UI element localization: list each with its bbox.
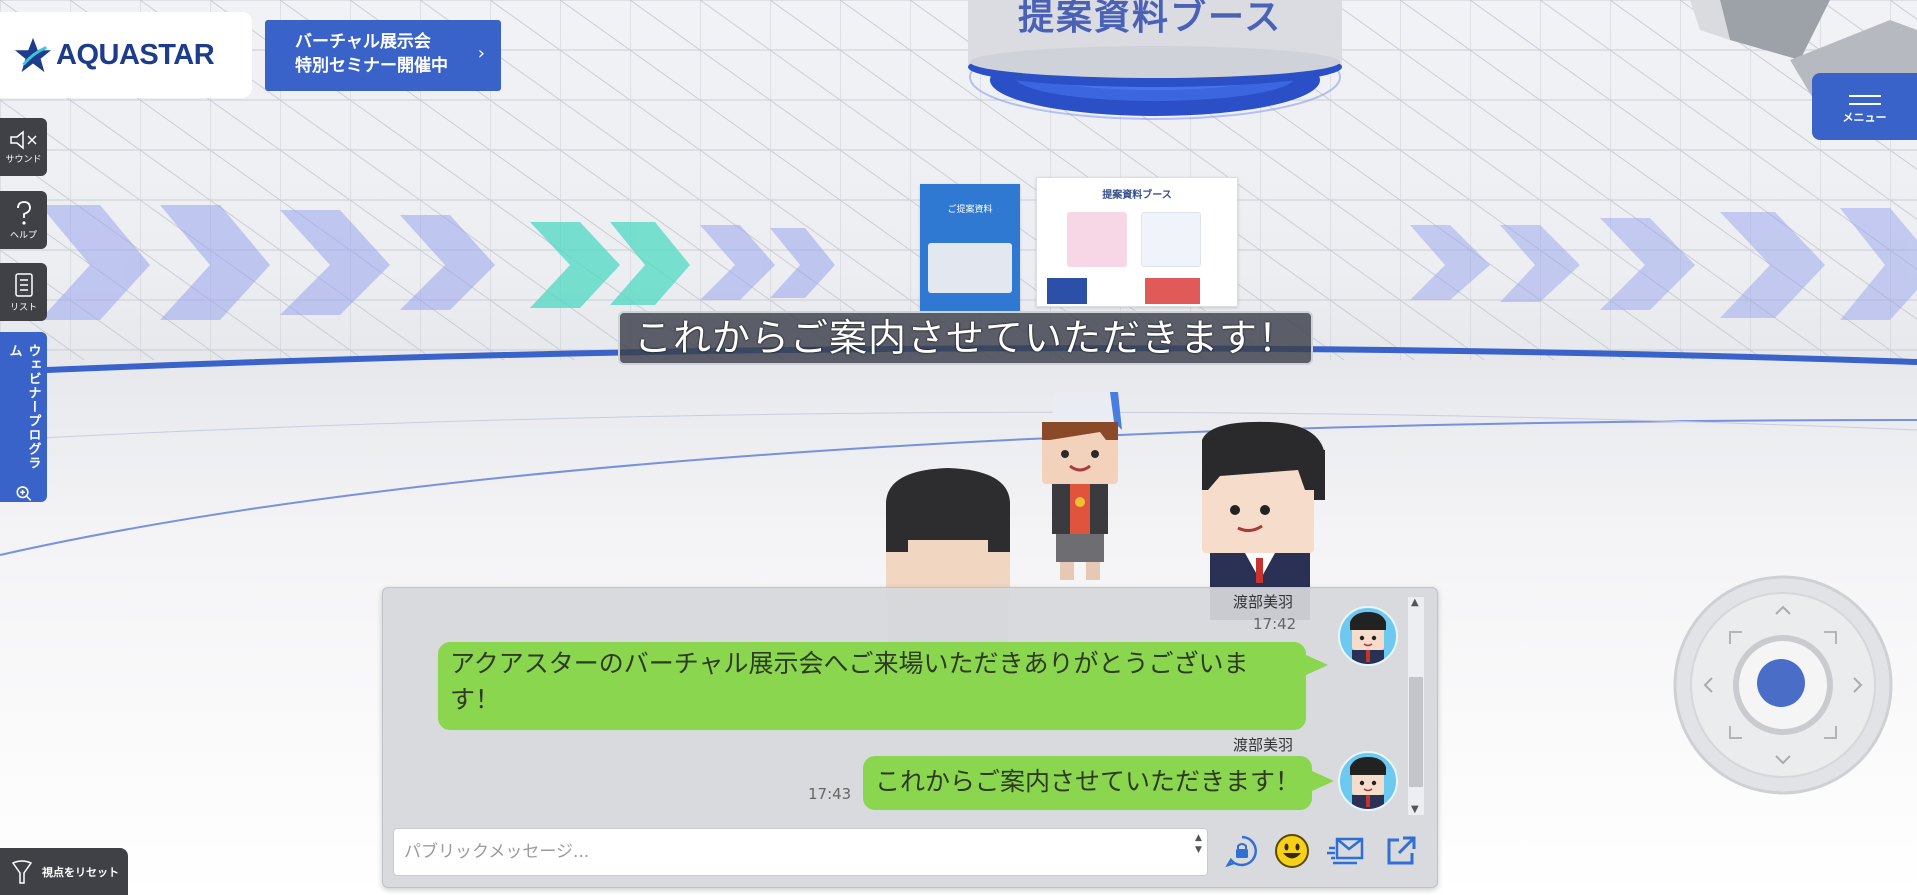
help-label: ヘルプ bbox=[9, 230, 37, 241]
message-timestamp: 17:43 bbox=[808, 785, 852, 803]
sender-avatar[interactable] bbox=[1338, 751, 1398, 811]
list-label: リスト bbox=[9, 302, 37, 313]
brand-logo[interactable]: AQUASTAR bbox=[0, 12, 252, 98]
sound-button[interactable]: サウンド bbox=[0, 118, 47, 176]
bubble-tail bbox=[1304, 654, 1328, 676]
bubble-tail bbox=[1310, 770, 1335, 792]
menu-button[interactable]: メニュー bbox=[1812, 73, 1917, 140]
booth-panel-left-title: ご提案資料 bbox=[947, 205, 993, 215]
booth-card-4 bbox=[1145, 278, 1200, 304]
private-chat-button[interactable] bbox=[1221, 830, 1263, 872]
emoji-button[interactable] bbox=[1271, 830, 1313, 872]
emoji-icon bbox=[1275, 834, 1309, 868]
booth-panel-right-title: 提案資料ブース bbox=[1102, 190, 1172, 201]
sound-muted-icon bbox=[9, 129, 37, 150]
scroll-down-arrow-icon[interactable]: ▼ bbox=[1411, 804, 1419, 815]
avatar-face-icon bbox=[1350, 612, 1386, 664]
chevron-right-icon: › bbox=[477, 43, 485, 64]
chat-panel[interactable]: 渡部美羽 17:42 アクアスターのバーチャル展示会へご来場いただきありがとうご… bbox=[382, 587, 1438, 888]
chat-scrollbar-thumb[interactable] bbox=[1409, 677, 1423, 787]
star-logo-icon bbox=[14, 37, 52, 73]
reset-view-icon bbox=[11, 859, 33, 884]
speech-caption: これからご案内させていただきます！ bbox=[618, 311, 1314, 365]
external-link-button[interactable] bbox=[1380, 830, 1422, 872]
list-icon bbox=[14, 272, 33, 297]
public-message-input[interactable] bbox=[393, 828, 1208, 876]
booth-card-3 bbox=[1047, 278, 1087, 304]
input-resize-control[interactable]: ▲ ▼ bbox=[1195, 832, 1202, 856]
booth-card-1 bbox=[1067, 212, 1127, 267]
help-button[interactable]: ヘルプ bbox=[0, 191, 47, 249]
external-link-icon bbox=[1387, 836, 1416, 865]
booth-panel-right[interactable]: 提案資料ブース bbox=[1036, 177, 1238, 307]
sound-label: サウンド bbox=[5, 154, 42, 165]
seminar-banner-button[interactable]: バーチャル展示会 特別セミナー開催中 › bbox=[265, 20, 501, 91]
brand-logo-text: AQUASTAR bbox=[56, 38, 215, 71]
chat-message-list[interactable]: 渡部美羽 17:42 アクアスターのバーチャル展示会へご来場いただきありがとうご… bbox=[383, 588, 1411, 820]
zoom-icon bbox=[15, 485, 31, 501]
scroll-up-arrow-icon[interactable]: ▲ bbox=[1411, 597, 1419, 608]
menu-icon bbox=[1848, 89, 1881, 111]
message-sender-name: 渡部美羽 bbox=[1233, 593, 1294, 611]
movement-joystick[interactable] bbox=[1672, 574, 1894, 796]
reset-view-label: 視点をリセット bbox=[42, 865, 119, 879]
booth-sign-label: 提案資料ブース bbox=[1018, 0, 1283, 38]
avatar-face-icon bbox=[1350, 757, 1386, 809]
message-timestamp: 17:42 bbox=[1253, 615, 1297, 633]
guide-avatar[interactable] bbox=[1030, 392, 1130, 592]
mail-icon bbox=[1327, 837, 1364, 865]
seminar-line-1: バーチャル展示会 bbox=[295, 32, 431, 52]
private-chat-icon bbox=[1225, 835, 1257, 868]
booth-card-2 bbox=[1141, 212, 1201, 267]
webinar-program-label: ウェビナープログラム bbox=[6, 344, 41, 470]
list-button[interactable]: リスト bbox=[0, 263, 47, 321]
booth-panel-left-image bbox=[928, 243, 1012, 293]
booth-panel-left[interactable]: ご提案資料 bbox=[920, 184, 1020, 312]
menu-label: メニュー bbox=[1842, 110, 1887, 124]
message-text-line-2: す！ bbox=[450, 685, 501, 714]
help-icon bbox=[16, 200, 31, 225]
seminar-line-2: 特別セミナー開催中 bbox=[295, 56, 448, 76]
webinar-program-button[interactable]: ウェビナープログラム bbox=[0, 332, 47, 502]
sender-avatar[interactable] bbox=[1338, 606, 1398, 666]
message-text: これからご案内させていただきます！ bbox=[875, 767, 1301, 796]
chat-scrollbar[interactable]: ▲ ▼ bbox=[1408, 597, 1424, 815]
message-sender-name: 渡部美羽 bbox=[1233, 736, 1294, 754]
chat-message-bubble: アクアスターのバーチャル展示会へご来場いただきありがとうございま す！ bbox=[438, 642, 1328, 730]
message-text-line-1: アクアスターのバーチャル展示会へご来場いただきありがとうございま bbox=[450, 649, 1249, 678]
reset-view-button[interactable]: 視点をリセット bbox=[0, 848, 128, 895]
chat-message-bubble: これからご案内させていただきます！ bbox=[863, 756, 1335, 810]
mail-button[interactable] bbox=[1325, 830, 1367, 872]
